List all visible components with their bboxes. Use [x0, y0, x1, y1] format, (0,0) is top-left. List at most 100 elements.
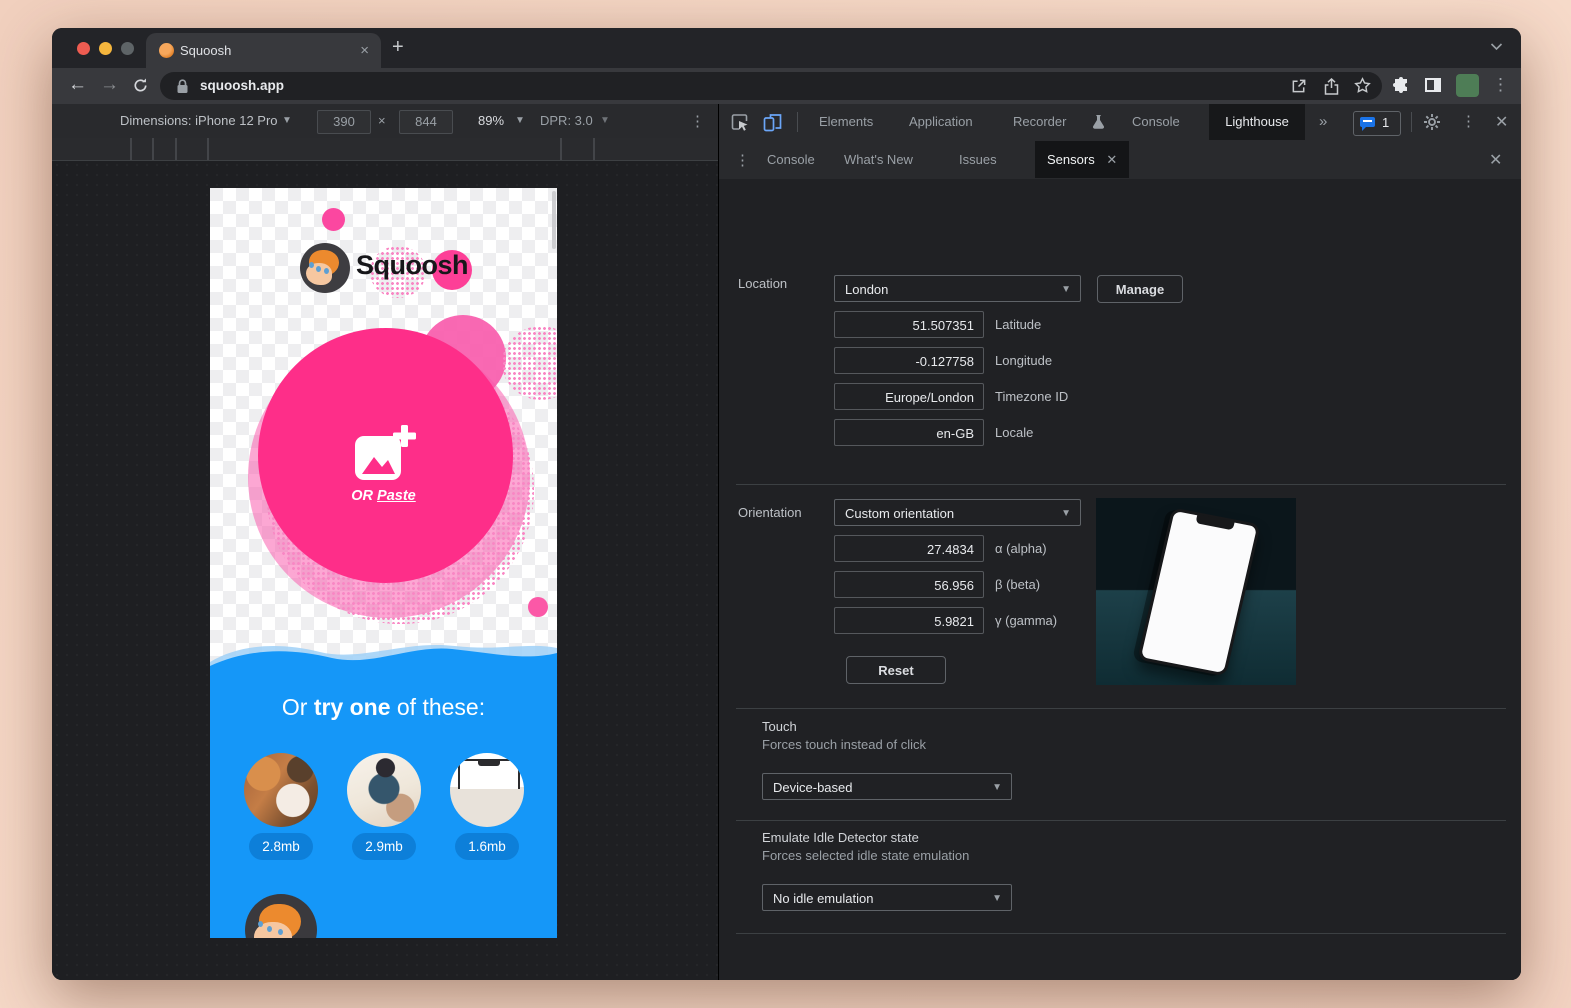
settings-gear-icon[interactable] — [1423, 113, 1441, 131]
orientation-select[interactable]: Custom orientation ▼ — [834, 499, 1081, 526]
drawer-tab-sensors[interactable]: Sensors ✕ — [1035, 141, 1129, 178]
drawer-tab-issues[interactable]: Issues — [959, 141, 997, 178]
overflow-tabs-icon[interactable]: » — [1319, 113, 1327, 130]
device-width-input[interactable]: 390 — [317, 110, 371, 134]
bookmark-star-icon[interactable] — [1354, 77, 1371, 94]
share-icon[interactable] — [1324, 78, 1339, 95]
profile-avatar[interactable] — [1456, 74, 1479, 97]
toggle-device-toolbar-icon[interactable] — [763, 113, 783, 132]
device-toolbar-menu-icon[interactable]: ⋮ — [690, 112, 705, 130]
browser-menu-icon[interactable]: ⋮ — [1492, 75, 1509, 95]
heading-bold: try one — [314, 694, 391, 720]
drawer-tab-console[interactable]: Console — [767, 141, 815, 178]
alpha-input[interactable]: 27.4834 — [834, 535, 984, 562]
touch-subtitle: Forces touch instead of click — [762, 737, 926, 752]
tab-console[interactable]: Console — [1132, 104, 1180, 140]
devtools-close-icon[interactable]: ✕ — [1495, 112, 1508, 132]
browser-toolbar: ← → squoosh.app ⋮ — [52, 68, 1521, 104]
extensions-puzzle-icon[interactable] — [1392, 77, 1410, 95]
device-toolbar: Dimensions: iPhone 12 Pro ▼ 390 × 844 89… — [52, 104, 718, 139]
orientation-label: Orientation — [738, 505, 802, 520]
devtools-toolbar: Elements Application Recorder Console Li… — [719, 104, 1521, 142]
new-tab-button[interactable]: + — [392, 37, 404, 57]
device-canvas: Squoosh OR Paste — [52, 160, 718, 980]
sample-size-badge: 1.6mb — [455, 833, 519, 860]
browser-tab[interactable]: Squoosh × — [146, 33, 381, 68]
location-selected-value: London — [845, 282, 888, 297]
location-label: Location — [738, 276, 787, 291]
zoom-select[interactable]: 89% — [478, 113, 504, 128]
paste-link[interactable]: Paste — [377, 488, 416, 504]
beta-input[interactable]: 56.956 — [834, 571, 984, 598]
devtools-panel: Elements Application Recorder Console Li… — [718, 104, 1521, 980]
gamma-input[interactable]: 5.9821 — [834, 607, 984, 634]
device-emulation-pane: Dimensions: iPhone 12 Pro ▼ 390 × 844 89… — [52, 104, 718, 980]
tab-search-chevron-icon[interactable] — [1490, 42, 1503, 51]
sample-image-phone-screenshot[interactable] — [450, 753, 524, 827]
open-in-new-icon[interactable] — [1291, 78, 1307, 94]
longitude-input[interactable]: -0.127758 — [834, 347, 984, 374]
tab-close-icon[interactable]: × — [360, 42, 369, 59]
touch-select[interactable]: Device-based ▼ — [762, 773, 1012, 800]
dimensions-caret-icon: ▼ — [282, 115, 292, 126]
dpr-select[interactable]: DPR: 3.0 — [540, 113, 593, 128]
app-viewport: Squoosh OR Paste — [210, 188, 557, 938]
side-panel-icon[interactable] — [1424, 77, 1442, 93]
drawer-tab-close-icon[interactable]: ✕ — [1106, 152, 1117, 167]
app-scrollbar[interactable] — [552, 191, 556, 249]
device-height-input[interactable]: 844 — [399, 110, 453, 134]
orientation-preview[interactable] — [1096, 498, 1296, 685]
main-area: Dimensions: iPhone 12 Pro ▼ 390 × 844 89… — [52, 104, 1521, 980]
latitude-input[interactable]: 51.507351 — [834, 311, 984, 338]
close-window-button[interactable] — [77, 42, 90, 55]
device-dimensions-select[interactable]: Dimensions: iPhone 12 Pro — [120, 113, 278, 128]
minimize-window-button[interactable] — [99, 42, 112, 55]
dpr-caret-icon: ▼ — [600, 115, 610, 126]
drawer-tab-whats-new[interactable]: What's New — [844, 141, 913, 178]
zoom-caret-icon: ▼ — [515, 115, 525, 126]
sample-image-illustration[interactable] — [347, 753, 421, 827]
reload-button[interactable] — [132, 77, 149, 94]
drawer-close-icon[interactable]: ✕ — [1489, 150, 1502, 170]
location-select[interactable]: London ▼ — [834, 275, 1081, 302]
inspect-element-icon[interactable] — [731, 113, 750, 132]
orientation-selected-value: Custom orientation — [845, 506, 954, 521]
decorative-blob — [528, 597, 548, 617]
drawer-tab-sensors-label: Sensors — [1047, 152, 1095, 167]
or-text: OR — [351, 488, 373, 504]
forward-button[interactable]: → — [100, 75, 119, 95]
idle-select[interactable]: No idle emulation ▼ — [762, 884, 1012, 911]
sample-image-red-panda[interactable] — [244, 753, 318, 827]
tab-lighthouse[interactable]: Lighthouse — [1209, 104, 1305, 140]
experiment-flask-icon — [1091, 114, 1106, 130]
add-image-icon[interactable] — [353, 424, 417, 484]
tab-elements[interactable]: Elements — [819, 104, 873, 140]
lock-icon — [176, 79, 189, 94]
alpha-label: α (alpha) — [995, 535, 1047, 562]
timezone-input[interactable]: Europe/London — [834, 383, 984, 410]
samples-section: Or try one of these: 2.8mb 2.9mb 1.6mb — [210, 638, 557, 938]
zoom-window-button[interactable] — [121, 42, 134, 55]
drawer-menu-icon[interactable]: ⋮ — [735, 151, 750, 169]
heading-pre: Or — [282, 694, 314, 720]
manage-button[interactable]: Manage — [1097, 275, 1183, 303]
chat-bubble-icon — [1360, 117, 1375, 127]
touch-title: Touch — [762, 719, 797, 734]
sample-size-badge: 2.9mb — [352, 833, 416, 860]
tab-recorder[interactable]: Recorder — [1013, 104, 1066, 140]
reset-button[interactable]: Reset — [846, 656, 946, 684]
tab-strip: Squoosh × + — [52, 28, 1521, 68]
heading-post: of these: — [391, 694, 486, 720]
browser-window: Squoosh × + ← → squoosh.app — [52, 28, 1521, 980]
issues-counter[interactable]: 1 — [1353, 111, 1401, 136]
phone-3d-model — [1137, 507, 1260, 676]
touch-selected-value: Device-based — [773, 780, 853, 795]
sensors-panel: Location London ▼ Manage 51.507351 Latit… — [719, 179, 1521, 980]
back-button[interactable]: ← — [68, 75, 87, 95]
url-bar[interactable]: squoosh.app — [160, 72, 1382, 100]
devtools-menu-icon[interactable]: ⋮ — [1461, 112, 1476, 130]
locale-input[interactable]: en-GB — [834, 419, 984, 446]
idle-title: Emulate Idle Detector state — [762, 830, 919, 845]
tab-application[interactable]: Application — [909, 104, 973, 140]
decorative-blob — [502, 326, 557, 400]
